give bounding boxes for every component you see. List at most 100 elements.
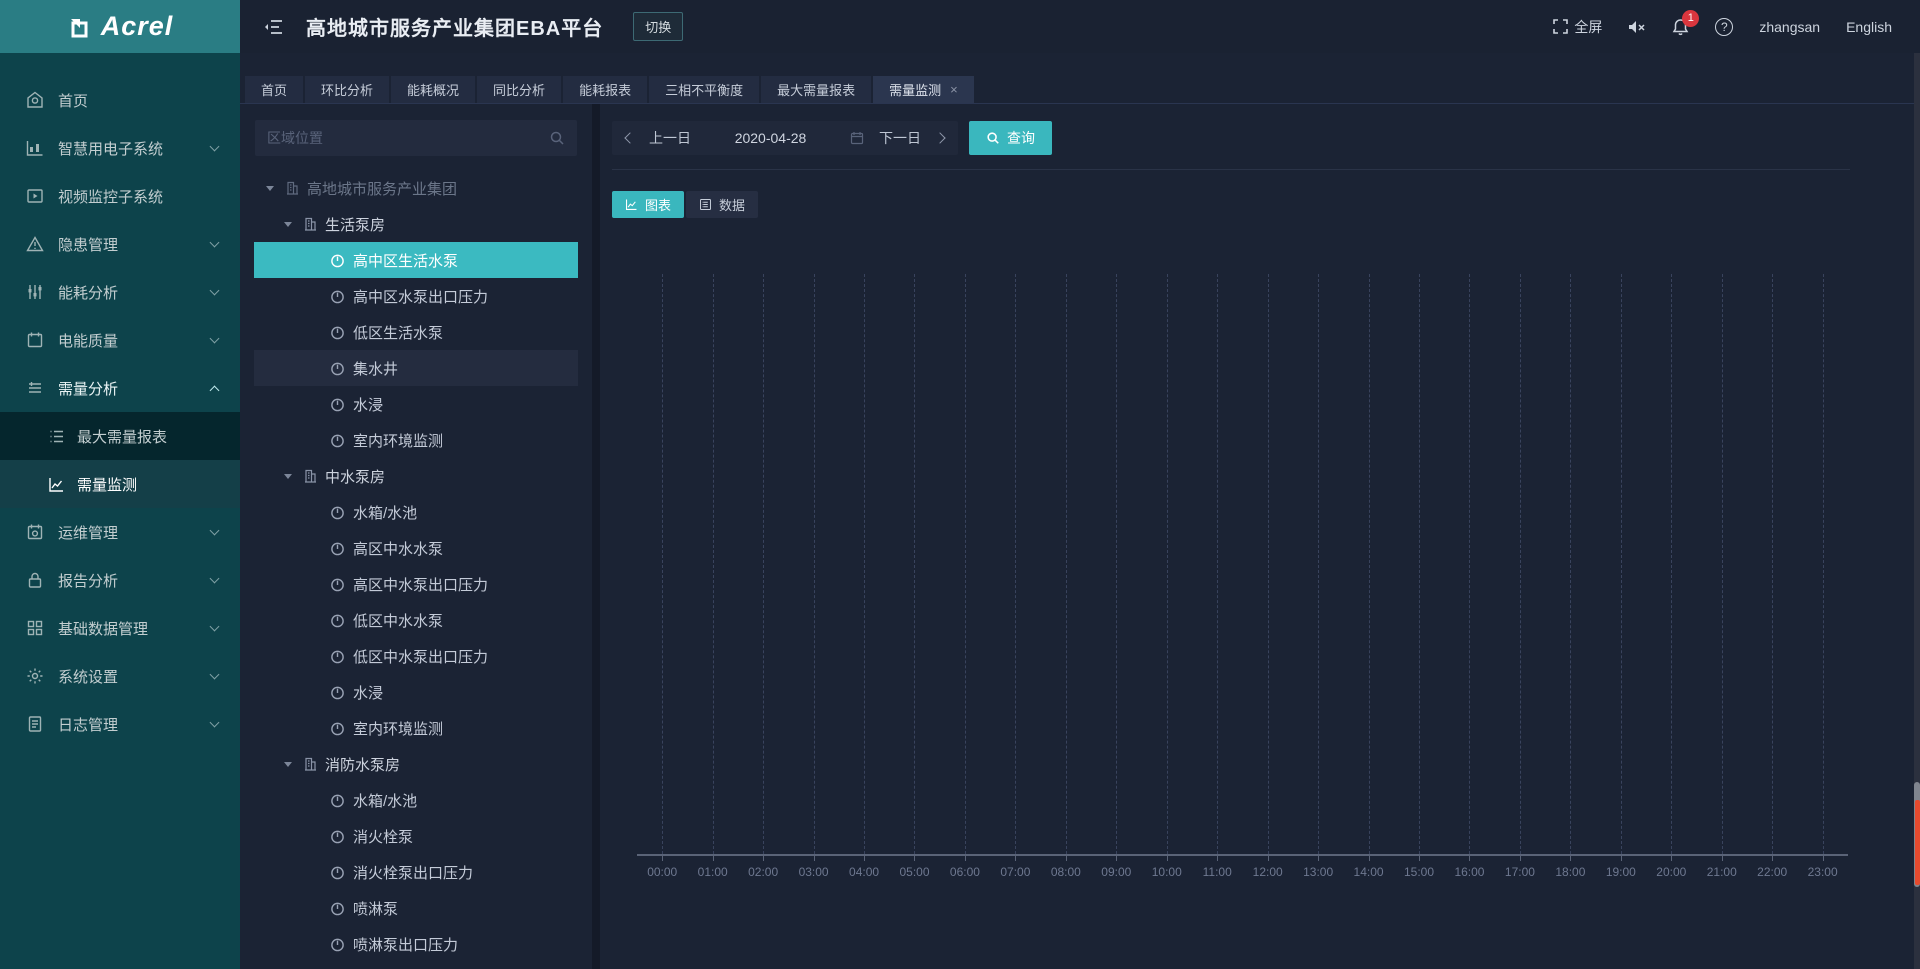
notifications-bell[interactable]: 1 <box>1672 18 1689 36</box>
chart-gridline <box>1495 274 1545 854</box>
tab-close-icon[interactable]: × <box>950 82 958 97</box>
sidebar-item-smart-power[interactable]: 智慧用电子系统 <box>0 124 240 172</box>
sidebar-item-home[interactable]: 首页 <box>0 76 240 124</box>
tree-expander-icon[interactable] <box>284 474 292 479</box>
tree-group-fire-pump-room[interactable]: 消防水泵房 <box>254 746 578 782</box>
tab-home[interactable]: 首页 <box>245 76 303 103</box>
tab-max-demand-report[interactable]: 最大需量报表 <box>761 76 871 103</box>
tree-leaf-item[interactable]: 消火栓泵出口压力 <box>254 854 578 890</box>
sidebar-item-demand-monitoring[interactable]: 需量监测 <box>0 460 240 508</box>
panel-divider <box>592 104 600 969</box>
tree-expander-icon[interactable] <box>266 186 274 191</box>
sidebar-item-energy-analysis[interactable]: 能耗分析 <box>0 268 240 316</box>
sidebar-item-hazard[interactable]: 隐患管理 <box>0 220 240 268</box>
gauge-icon <box>330 793 346 808</box>
x-axis-label: 10:00 <box>1142 856 1192 879</box>
tree-group-life-pump-room[interactable]: 生活泵房 <box>254 206 578 242</box>
sidebar-item-log-management[interactable]: 日志管理 <box>0 700 240 748</box>
sidebar-item-video-monitor[interactable]: 视频监控子系统 <box>0 172 240 220</box>
gauge-icon <box>330 829 346 844</box>
tree-expander-icon[interactable] <box>284 762 292 767</box>
x-axis-label: 06:00 <box>940 856 990 879</box>
x-axis-label: 23:00 <box>1797 856 1847 879</box>
x-axis-label: 12:00 <box>1242 856 1292 879</box>
tree-leaf-item[interactable]: 集水井 <box>254 350 578 386</box>
chevron-down-icon <box>210 525 220 535</box>
tree-group1-children: 高中区生活水泵 高中区水泵出口压力 低区生活水泵 集水井 水浸 <box>240 242 592 458</box>
tree-leaf-label: 水箱/水池 <box>353 502 417 523</box>
rows-icon <box>26 379 44 397</box>
chart-gridline <box>1697 274 1747 854</box>
calendar-icon[interactable] <box>850 131 864 145</box>
tab-demand-monitoring[interactable]: 需量监测 × <box>873 76 974 103</box>
chevron-left-icon[interactable] <box>624 132 635 143</box>
date-input[interactable]: 2020-04-28 <box>706 130 835 146</box>
tab-yoy-analysis[interactable]: 同比分析 <box>477 76 561 103</box>
chart-gridline <box>1394 274 1444 854</box>
gear-icon <box>26 667 44 685</box>
tree-leaf-item[interactable]: 低区中水水泵 <box>254 602 578 638</box>
tab-energy-overview[interactable]: 能耗概况 <box>391 76 475 103</box>
chart-gridline <box>1192 274 1242 854</box>
tree-root-node[interactable]: 高地城市服务产业集团 <box>254 170 578 206</box>
prev-day-button[interactable]: 上一日 <box>649 128 691 148</box>
chart-gridline <box>1444 274 1494 854</box>
tree-leaf-label: 室内环境监测 <box>353 718 443 739</box>
tree-leaf-item[interactable]: 室内环境监测 <box>254 710 578 746</box>
chart-gridline <box>738 274 788 854</box>
menu-fold-icon[interactable] <box>264 18 284 36</box>
query-button[interactable]: 查询 <box>969 121 1052 155</box>
tree-leaf-item[interactable]: 高中区生活水泵 <box>254 242 578 278</box>
gauge-icon <box>330 721 346 736</box>
tree-leaf-item[interactable]: 消火栓泵 <box>254 818 578 854</box>
chart-view-button[interactable]: 图表 <box>612 191 684 218</box>
language-switch[interactable]: English <box>1846 19 1892 35</box>
sidebar-item-operations[interactable]: 运维管理 <box>0 508 240 556</box>
mute-icon[interactable] <box>1628 19 1646 35</box>
x-axis-label: 17:00 <box>1495 856 1545 879</box>
sidebar-item-max-demand-report[interactable]: 最大需量报表 <box>0 412 240 460</box>
chart-gridline <box>788 274 838 854</box>
tree-leaf-item[interactable]: 低区中水泵出口压力 <box>254 638 578 674</box>
tab-energy-report[interactable]: 能耗报表 <box>563 76 647 103</box>
tree-leaf-item[interactable]: 高区中水泵出口压力 <box>254 566 578 602</box>
gauge-icon <box>330 397 346 412</box>
username[interactable]: zhangsan <box>1759 19 1820 35</box>
tree-leaf-item[interactable]: 室内环境监测 <box>254 422 578 458</box>
tree-expander-icon[interactable] <box>284 222 292 227</box>
tree-leaf-item[interactable]: 高中区水泵出口压力 <box>254 278 578 314</box>
sidebar-item-demand-analysis[interactable]: 需量分析 <box>0 364 240 412</box>
building-icon <box>302 216 318 232</box>
sidebar-item-system-settings[interactable]: 系统设置 <box>0 652 240 700</box>
sidebar-item-base-data[interactable]: 基础数据管理 <box>0 604 240 652</box>
data-view-button[interactable]: 数据 <box>686 191 758 218</box>
tree-group-reclaimed-pump-room[interactable]: 中水泵房 <box>254 458 578 494</box>
gauge-icon <box>330 577 346 592</box>
tree-search-input[interactable] <box>267 130 549 146</box>
sidebar-item-power-quality[interactable]: 电能质量 <box>0 316 240 364</box>
x-axis-label: 18:00 <box>1545 856 1595 879</box>
x-axis-label: 00:00 <box>637 856 687 879</box>
tree-leaf-item[interactable]: 喷淋泵出口压力 <box>254 926 578 962</box>
tree-leaf-item[interactable]: 喷淋泵 <box>254 890 578 926</box>
tree-leaf-item[interactable]: 水箱/水池 <box>254 782 578 818</box>
tree-leaf-item[interactable]: 水浸 <box>254 674 578 710</box>
tree-leaf-item[interactable]: 水箱/水池 <box>254 494 578 530</box>
switch-button[interactable]: 切换 <box>633 12 683 41</box>
tab-three-phase-imbalance[interactable]: 三相不平衡度 <box>649 76 759 103</box>
chevron-right-icon[interactable] <box>934 132 945 143</box>
tab-mom-analysis[interactable]: 环比分析 <box>305 76 389 103</box>
tree-leaf-item[interactable]: 高区中水水泵 <box>254 530 578 566</box>
tree-leaf-item[interactable]: 水浸 <box>254 386 578 422</box>
next-day-button[interactable]: 下一日 <box>879 128 921 148</box>
help-icon[interactable]: ? <box>1715 18 1733 36</box>
tree-leaf-item[interactable]: 低区生活水泵 <box>254 314 578 350</box>
chart-gridline <box>990 274 1040 854</box>
search-icon[interactable] <box>549 130 565 146</box>
scrollbar-thumb-highlight[interactable] <box>1915 800 1920 885</box>
fullscreen-button[interactable]: 全屏 <box>1553 17 1602 37</box>
chart-gridline <box>1041 274 1091 854</box>
calendar-icon <box>26 331 44 349</box>
sidebar-item-report-analysis[interactable]: 报告分析 <box>0 556 240 604</box>
building-icon <box>302 756 318 772</box>
